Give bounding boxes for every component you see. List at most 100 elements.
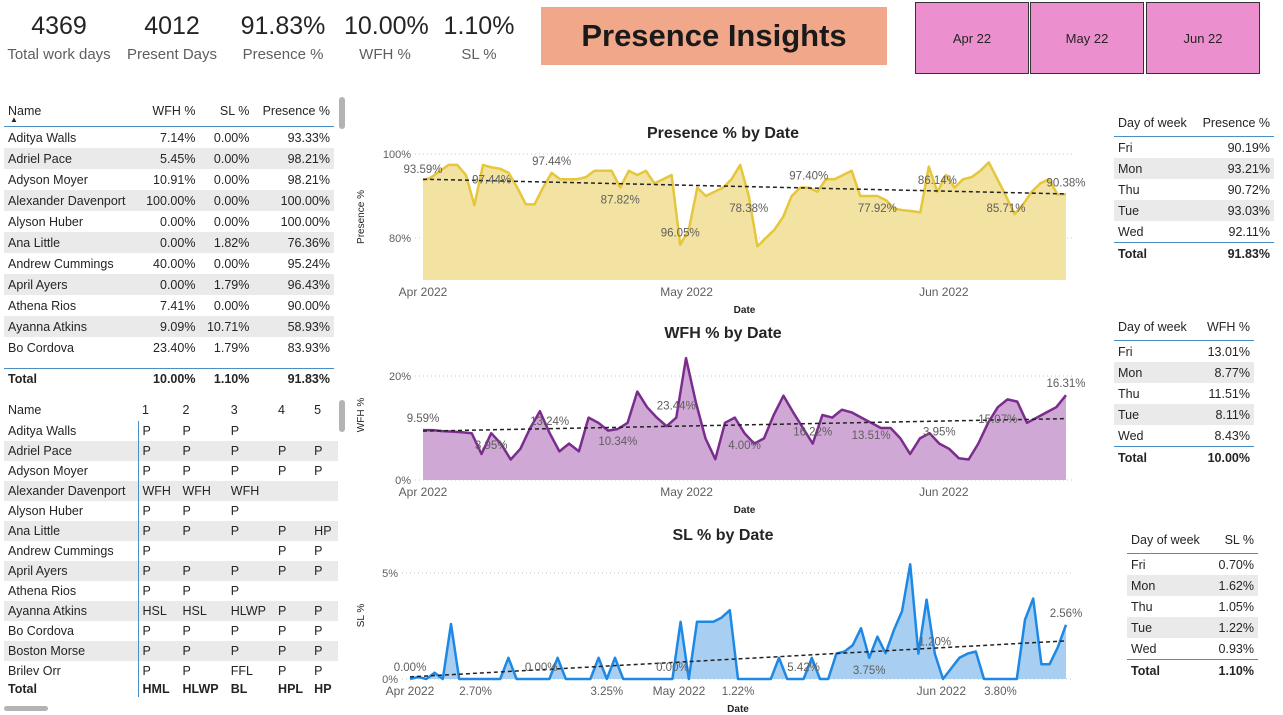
employee-name: Andrew Cummings [8, 256, 114, 271]
matrix-name: Ayanna Atkins [4, 601, 139, 621]
sl-value: 0.00% [213, 151, 250, 166]
matrix-header-day[interactable]: 1 [138, 399, 178, 421]
dow-header-day[interactable]: Day of week [1114, 314, 1198, 341]
matrix-status [310, 481, 338, 501]
dow-row[interactable]: Tue 93.03% [1114, 200, 1274, 221]
dow-day: Mon [1131, 578, 1156, 593]
dow-row[interactable]: Fri 0.70% [1127, 554, 1258, 576]
matrix-row[interactable]: Ayanna Atkins HSL HSL HLWP P P [4, 601, 338, 621]
dow-row[interactable]: Mon 8.77% [1114, 362, 1254, 383]
table-row[interactable]: Adriel Pace 5.45% 0.00% 98.21% [4, 148, 334, 169]
matrix-row[interactable]: Athena Rios P P P [4, 581, 338, 601]
wfh-value: 100.00% [146, 193, 196, 208]
dow-row[interactable]: Thu 1.05% [1127, 596, 1258, 617]
column-header-sl[interactable]: SL % [199, 96, 253, 127]
matrix-row[interactable]: Boston Morse P P P P P [4, 641, 338, 661]
dow-header-value[interactable]: SL % [1211, 527, 1258, 554]
employee-table-scrollbar[interactable] [339, 97, 345, 129]
dow-row[interactable]: Wed 92.11% [1114, 221, 1274, 243]
table-row[interactable]: Adyson Moyer 10.91% 0.00% 98.21% [4, 169, 334, 190]
data-label: 3.95% [923, 427, 956, 439]
matrix-row[interactable]: Brilev Orr P P FFL P P [4, 661, 338, 681]
kpi-label: SL % [461, 46, 497, 63]
dow-row[interactable]: Fri 13.01% [1114, 341, 1254, 363]
dow-row[interactable]: Tue 8.11% [1114, 404, 1254, 425]
employee-name: Adyson Moyer [8, 172, 88, 187]
matrix-status: P [182, 584, 191, 598]
table-row[interactable]: Andrew Cummings 40.00% 0.00% 95.24% [4, 253, 334, 274]
data-label: 90.38% [1046, 177, 1085, 189]
dow-row[interactable]: Fri 90.19% [1114, 137, 1274, 159]
matrix-name: Adriel Pace [4, 441, 139, 461]
slicer-jun-22[interactable]: Jun 22 [1146, 2, 1260, 74]
matrix-header-day[interactable]: 2 [178, 399, 226, 421]
matrix-row[interactable]: Ana Little P P P P HP [4, 521, 338, 541]
dow-row[interactable]: Wed 8.43% [1114, 425, 1254, 447]
dow-row[interactable]: Thu 90.72% [1114, 179, 1274, 200]
employee-name: Aditya Walls [8, 130, 77, 145]
data-label: 1.20% [918, 637, 951, 649]
sl-value: 0.00% [213, 130, 250, 145]
matrix-row[interactable]: Alexander Davenport WFH WFH WFH [4, 481, 338, 501]
matrix-name: Adyson Moyer [4, 461, 139, 481]
table-row[interactable]: April Ayers 0.00% 1.79% 96.43% [4, 274, 334, 295]
matrix-status: HPL [278, 682, 304, 696]
sl-value: 1.79% [213, 340, 250, 355]
column-header-name[interactable]: Name ▲ [4, 96, 138, 127]
employee-name: Athena Rios [8, 298, 77, 313]
matrix-scrollbar-horizontal[interactable] [4, 706, 48, 711]
dow-value: 1.22% [1218, 620, 1254, 635]
matrix-row[interactable]: Aditya Walls P P P [4, 421, 338, 441]
matrix-status: P [278, 624, 287, 638]
matrix-row[interactable]: Bo Cordova P P P P P [4, 621, 338, 641]
matrix-row[interactable]: Andrew Cummings P P P [4, 541, 338, 561]
matrix-header-day[interactable]: 4 [274, 399, 310, 421]
matrix-scrollbar-vertical[interactable] [339, 400, 345, 432]
matrix-row[interactable]: Adriel Pace P P P P P [4, 441, 338, 461]
table-row[interactable]: Bo Cordova 23.40% 1.79% 83.93% [4, 337, 334, 358]
matrix-row[interactable]: April Ayers P P P P P [4, 561, 338, 581]
table-row[interactable]: Ayanna Atkins 9.09% 10.71% 58.93% [4, 316, 334, 337]
matrix-header-day[interactable]: 3 [227, 399, 274, 421]
dow-row[interactable]: Mon 1.62% [1127, 575, 1258, 596]
dow-row[interactable]: Mon 93.21% [1114, 158, 1274, 179]
dow-header-day[interactable]: Day of week [1114, 110, 1195, 137]
table-row[interactable]: Aditya Walls 7.14% 0.00% 93.33% [4, 127, 334, 149]
dow-header-value[interactable]: WFH % [1198, 314, 1254, 341]
dow-day: Fri [1131, 557, 1146, 572]
dow-value: 1.05% [1218, 599, 1254, 614]
dow-day: Thu [1118, 182, 1140, 197]
y-axis-title: Presence % [356, 190, 367, 244]
matrix-row[interactable]: Alyson Huber P P P [4, 501, 338, 521]
matrix-status: HP [314, 682, 332, 696]
matrix-status: P [230, 424, 240, 438]
table-row[interactable]: Athena Rios 7.41% 0.00% 90.00% [4, 295, 334, 316]
dow-row[interactable]: Wed 0.93% [1127, 638, 1258, 660]
presence-value: 100.00% [280, 193, 330, 208]
dow-header-day[interactable]: Day of week [1127, 527, 1211, 554]
table-row[interactable]: Alexander Davenport 100.00% 0.00% 100.00% [4, 190, 334, 211]
matrix-header-day[interactable]: 5 [310, 399, 338, 421]
slicer-may-22[interactable]: May 22 [1030, 2, 1144, 74]
matrix-header-name[interactable]: Name [4, 399, 138, 421]
table-row[interactable]: Ana Little 0.00% 1.82% 76.36% [4, 232, 334, 253]
matrix-status [274, 501, 310, 521]
dow-header-value[interactable]: Presence % [1195, 110, 1274, 137]
dow-row[interactable]: Tue 1.22% [1127, 617, 1258, 638]
matrix-row[interactable]: Adyson Moyer P P P P P [4, 461, 338, 481]
dow-row[interactable]: Thu 11.51% [1114, 383, 1254, 404]
y-axis-title: SL % [356, 604, 367, 628]
kpi-wfh: 10.00% WFH % [344, 8, 429, 66]
kpi-value: 91.83% [240, 12, 326, 40]
dow-total-row: Total 10.00% [1114, 446, 1254, 468]
column-header-presence[interactable]: Presence % [253, 96, 334, 127]
dow-day: Thu [1131, 599, 1153, 614]
matrix-status: P [182, 424, 191, 438]
y-axis-title: WFH % [356, 398, 367, 433]
table-row[interactable]: Alyson Huber 0.00% 0.00% 100.00% [4, 211, 334, 232]
dow-value: 0.93% [1218, 641, 1254, 656]
sl-value: 1.82% [213, 235, 250, 250]
table-row-partial [4, 358, 334, 368]
column-header-wfh[interactable]: WFH % [138, 96, 199, 127]
slicer-apr-22[interactable]: Apr 22 [915, 2, 1029, 74]
